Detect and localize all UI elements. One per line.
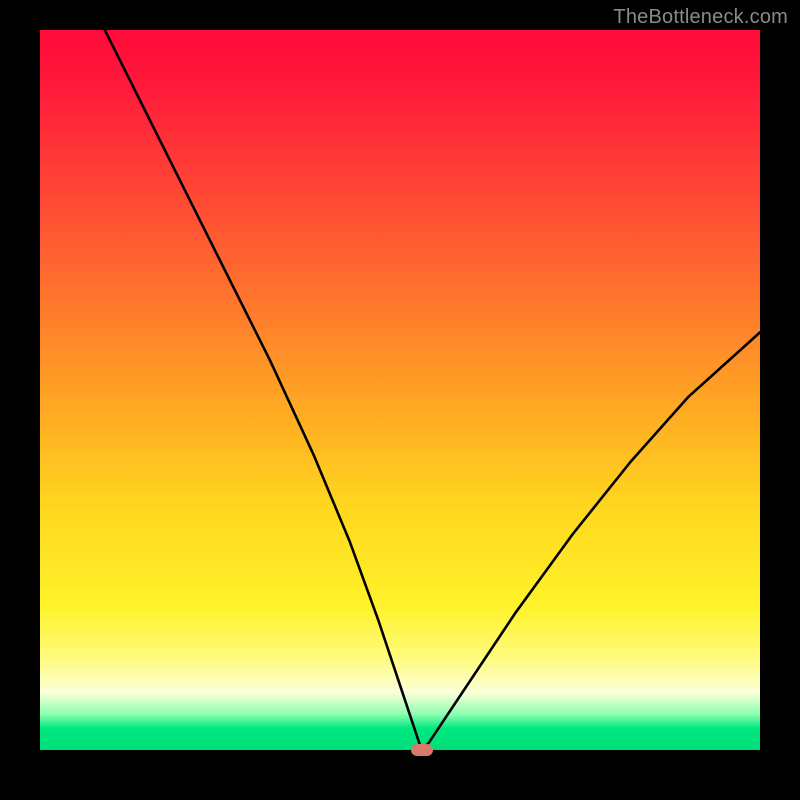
watermark-label: TheBottleneck.com bbox=[613, 6, 788, 29]
optimum-marker bbox=[411, 744, 433, 756]
plot-area bbox=[40, 30, 760, 750]
curve-path bbox=[105, 30, 760, 750]
bottleneck-curve bbox=[40, 30, 760, 750]
chart-frame: TheBottleneck.com bbox=[0, 0, 800, 800]
